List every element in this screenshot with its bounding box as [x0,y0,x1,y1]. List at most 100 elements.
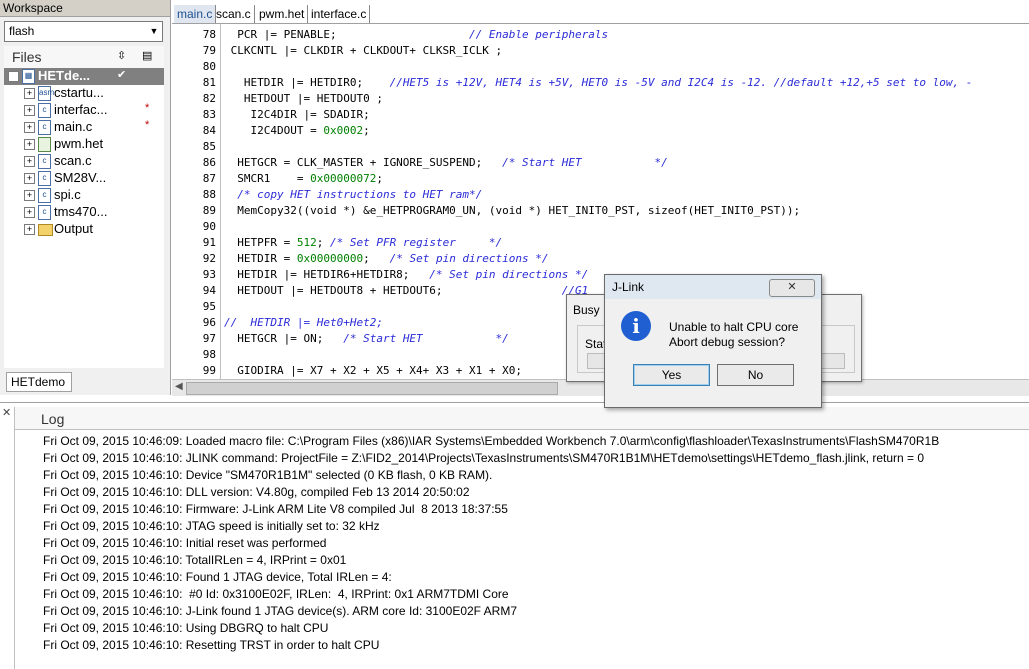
tree-item-label: main.c [54,119,93,134]
tree-item-project[interactable]: − ▦ HETde... ✔ [4,68,164,85]
code-line: HETDOUT |= HETDOUT8 + HETDOUT6; //G1 [224,284,588,297]
line-number: 85 [202,140,216,153]
tree-item[interactable]: + c tms470... [4,204,164,221]
busy-title: Busy [573,303,600,317]
workspace-tab-hetdemo[interactable]: HETdemo [6,372,72,392]
yes-button[interactable]: Yes [633,364,710,386]
code-text: HETDIR = 0x00000000; [224,252,370,265]
code-text: HETDIR |= HETDIR6+HETDIR8; [224,268,410,281]
code-text: CLKCNTL |= CLKDIR + CLKDOUT+ CLKSR_ICLK … [224,44,503,57]
code-text: I2C4DOUT = 0x0002; [224,124,370,137]
tab-divider [172,23,1029,24]
tree-item[interactable]: + c interfac... * [4,102,164,119]
line-number: 93 [202,268,216,281]
tree-item[interactable]: + c main.c * [4,119,164,136]
code-text: HETGCR |= ON; [224,332,324,345]
code-comment: /* Set pin directions */ [369,252,549,265]
expand-icon[interactable]: + [24,224,35,235]
tree-item-label: interfac... [54,102,108,117]
log-line: Fri Oct 09, 2015 10:46:10: Resetting TRS… [43,638,380,652]
files-header: Files ⇳ ▤ [4,46,164,69]
tree-item[interactable]: + asm cstartu... [4,85,164,102]
tree-item[interactable]: + c scan.c [4,153,164,170]
code-comment: //HET5 is +12V, HET4 is +5V, HET0 is -5V… [363,76,973,89]
code-line: /* copy HET instructions to HET ram*/ [224,188,482,201]
log-line: Fri Oct 09, 2015 10:46:10: Firmware: J-L… [43,502,508,516]
expand-icon[interactable]: + [24,190,35,201]
configuration-select[interactable]: flash ▼ [4,21,163,42]
log-line: Fri Oct 09, 2015 10:46:10: Found 1 JTAG … [43,570,392,584]
log-line: Fri Oct 09, 2015 10:46:10: JLINK command… [43,451,925,465]
log-line: Fri Oct 09, 2015 10:46:10: Device "SM470… [43,468,493,482]
line-number: 90 [202,220,216,233]
code-line: HETDIR = 0x00000000; /* Set pin directio… [224,252,549,265]
code-line: CLKCNTL |= CLKDIR + CLKDOUT+ CLKSR_ICLK … [224,44,503,57]
expand-icon[interactable]: + [24,207,35,218]
tab-scan-c[interactable]: scan.c [213,5,255,23]
expand-icon[interactable]: + [24,139,35,150]
expand-icon[interactable]: + [24,173,35,184]
c-file-icon: c [38,171,51,186]
log-line: Fri Oct 09, 2015 10:46:10: Initial reset… [43,536,327,550]
chevron-down-icon[interactable]: ▼ [146,22,162,41]
modified-marker: * [145,119,150,131]
configuration-value: flash [9,24,35,38]
tab-main-c[interactable]: main.c [174,5,217,23]
tree-item[interactable]: + Output [4,221,164,238]
log-line: Fri Oct 09, 2015 10:46:10: #0 Id: 0x3100… [43,587,509,601]
options-icon[interactable]: ▤ [142,49,152,62]
no-button[interactable]: No [717,364,794,386]
code-comment: /* Set pin directions */ [409,268,589,281]
tree-item[interactable]: + pwm.het [4,136,164,153]
close-button[interactable]: ✕ [769,279,815,297]
line-number: 81 [202,76,216,89]
c-file-icon: c [38,188,51,203]
het-file-icon [38,137,51,152]
tree-item-label: HETde... [38,68,91,83]
expand-icon[interactable]: + [24,105,35,116]
tree-item[interactable]: + c SM28V... [4,170,164,187]
tab-pwm-het[interactable]: pwm.het [256,5,309,23]
expand-icon[interactable]: + [24,156,35,167]
line-number-gutter: 78 79 80 81 82 83 84 85 86 87 88 89 90 91 92 93 94 95 96 97… [172,24,221,379]
line-number: 95 [202,300,216,313]
tree-item[interactable]: + c spi.c [4,187,164,204]
line-number: 99 [202,364,216,377]
code-text: HETDIR |= HETDIR0; [224,76,364,89]
scrollbar-thumb[interactable] [186,382,558,395]
code-line: HETDOUT |= HETDOUT0 ; [224,92,383,105]
code-text: HETDOUT |= HETDOUT8 + HETDOUT6; [224,284,443,297]
code-comment: // HETDIR |= Het0+Het2; [224,316,383,329]
code-text: HETGCR = CLK_MASTER + IGNORE_SUSPEND; [224,156,483,169]
code-text: I2C4DIR |= SDADIR; [224,108,370,121]
close-icon[interactable]: ✕ [2,406,11,419]
files-label: Files [12,49,42,65]
code-line: I2C4DIR |= SDADIR; [224,108,370,121]
tree-item-label: SM28V... [54,170,107,185]
build-status-icon[interactable]: ⇳ [117,49,126,62]
info-icon: i [621,311,651,341]
code-comment: /* copy HET instructions to HET ram*/ [224,188,483,201]
tab-interface-c[interactable]: interface.c [308,5,371,23]
collapse-icon[interactable]: − [8,71,19,82]
code-comment: /* Start HET */ [482,156,668,169]
expand-icon[interactable]: + [24,88,35,99]
log-line: Fri Oct 09, 2015 10:46:10: DLL version: … [43,485,470,499]
scroll-left-icon[interactable]: ◀ [175,381,183,392]
dialog-titlebar: J-Link ✕ [605,275,821,299]
c-file-icon: c [38,154,51,169]
tree-item-label: spi.c [54,187,81,202]
number-literal: 512 [296,236,317,249]
code-text: MemCopy32((void *) &e_HETPROGRAM0_UN, (v… [224,204,801,217]
divider [14,407,15,669]
tree-item-label: tms470... [54,204,108,219]
code-line: HETPFR = 512; /* Set PFR register */ [224,236,502,249]
dialog-title: J-Link [612,280,645,294]
dialog-message-line1: Unable to halt CPU core [669,320,799,334]
line-number: 79 [202,44,216,57]
code-line: // HETDIR |= Het0+Het2; [224,316,383,329]
line-number: 91 [202,236,216,249]
log-title: Log [41,411,65,427]
number-literal: 0x0002 [323,124,364,137]
expand-icon[interactable]: + [24,122,35,133]
